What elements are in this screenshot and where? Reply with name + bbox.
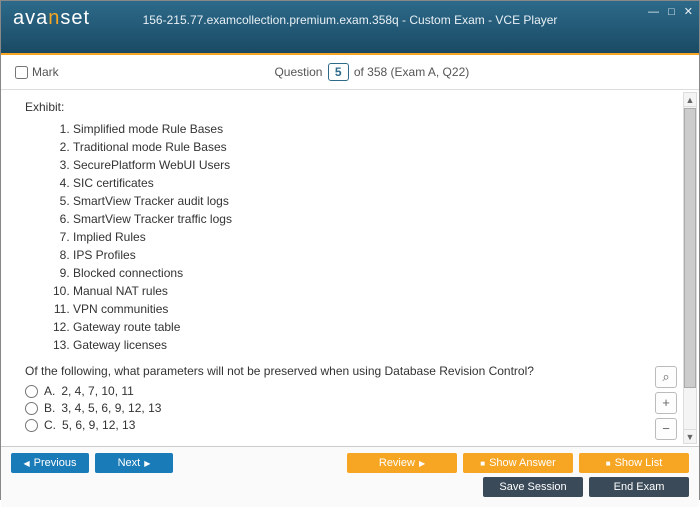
question-counter: Question 5 of 358 (Exam A, Q22) xyxy=(59,63,685,81)
mark-checkbox[interactable] xyxy=(15,66,28,79)
vertical-scrollbar[interactable]: ▲ ▼ xyxy=(683,92,697,444)
option-c[interactable]: C. 5, 6, 9, 12, 13 xyxy=(25,418,683,432)
next-button[interactable]: Next xyxy=(95,453,173,473)
mark-label: Mark xyxy=(32,65,59,79)
exhibit-label: Exhibit: xyxy=(25,100,683,114)
content-pane: Exhibit: Simplified mode Rule Bases Trad… xyxy=(1,90,699,446)
list-item: Traditional mode Rule Bases xyxy=(73,140,683,154)
maximize-button[interactable]: □ xyxy=(668,6,675,18)
list-item: SecurePlatform WebUI Users xyxy=(73,158,683,172)
mark-checkbox-wrap[interactable]: Mark xyxy=(15,65,59,79)
question-text: Of the following, what parameters will n… xyxy=(25,364,683,378)
list-item: Manual NAT rules xyxy=(73,284,683,298)
option-b[interactable]: B. 3, 4, 5, 6, 9, 12, 13 xyxy=(25,401,683,415)
option-a[interactable]: A. 2, 4, 7, 10, 11 xyxy=(25,384,683,398)
list-item: IPS Profiles xyxy=(73,248,683,262)
question-number: 5 xyxy=(328,63,349,81)
list-item: Gateway licenses xyxy=(73,338,683,352)
zoom-in-button[interactable]: + xyxy=(655,392,677,414)
footer: Previous Next Review Show Answer Show Li… xyxy=(1,446,699,507)
question-bar: Mark Question 5 of 358 (Exam A, Q22) xyxy=(1,55,699,90)
scroll-up-button[interactable]: ▲ xyxy=(684,93,696,107)
window-title: 156-215.77.examcollection.premium.exam.3… xyxy=(1,1,699,27)
review-label: Review xyxy=(379,457,415,469)
nav-row: Previous Next Review Show Answer Show Li… xyxy=(11,453,689,473)
minimize-button[interactable]: — xyxy=(648,6,659,18)
zoom-reset-button[interactable]: ⌕ xyxy=(655,366,677,388)
question-word: Question xyxy=(274,65,322,79)
end-exam-label: End Exam xyxy=(614,481,665,493)
next-label: Next xyxy=(118,457,141,469)
logo-n: n xyxy=(48,7,60,29)
option-letter: A. xyxy=(44,384,55,398)
review-button[interactable]: Review xyxy=(347,453,457,473)
logo-post: set xyxy=(60,7,90,29)
show-list-button[interactable]: Show List xyxy=(579,453,689,473)
end-exam-button[interactable]: End Exam xyxy=(589,477,689,497)
window-controls: — □ ✕ xyxy=(642,5,693,18)
option-text: 2, 4, 7, 10, 11 xyxy=(61,384,134,398)
previous-label: Previous xyxy=(34,457,77,469)
logo: avanset xyxy=(13,7,90,30)
list-item: Simplified mode Rule Bases xyxy=(73,122,683,136)
option-text: 5, 6, 9, 12, 13 xyxy=(62,418,135,432)
show-answer-label: Show Answer xyxy=(489,457,556,469)
scroll-thumb[interactable] xyxy=(684,108,696,388)
list-item: SmartView Tracker traffic logs xyxy=(73,212,683,226)
show-answer-button[interactable]: Show Answer xyxy=(463,453,573,473)
zoom-controls: ⌕ + − xyxy=(655,366,679,440)
question-total: of 358 (Exam A, Q22) xyxy=(354,65,469,79)
logo-pre: ava xyxy=(13,7,48,29)
list-item: Blocked connections xyxy=(73,266,683,280)
scroll-down-button[interactable]: ▼ xyxy=(684,429,696,443)
session-row: Save Session End Exam xyxy=(11,477,689,497)
option-c-radio[interactable] xyxy=(25,419,38,432)
previous-button[interactable]: Previous xyxy=(11,453,89,473)
list-item: Gateway route table xyxy=(73,320,683,334)
save-session-button[interactable]: Save Session xyxy=(483,477,583,497)
zoom-out-button[interactable]: − xyxy=(655,418,677,440)
option-a-radio[interactable] xyxy=(25,385,38,398)
option-letter: C. xyxy=(44,418,56,432)
exhibit-list: Simplified mode Rule Bases Traditional m… xyxy=(73,122,683,352)
list-item: SmartView Tracker audit logs xyxy=(73,194,683,208)
show-list-label: Show List xyxy=(615,457,663,469)
content-inner: Exhibit: Simplified mode Rule Bases Trad… xyxy=(1,90,699,445)
option-text: 3, 4, 5, 6, 9, 12, 13 xyxy=(61,401,161,415)
list-item: Implied Rules xyxy=(73,230,683,244)
option-b-radio[interactable] xyxy=(25,402,38,415)
list-item: VPN communities xyxy=(73,302,683,316)
save-session-label: Save Session xyxy=(499,481,566,493)
close-button[interactable]: ✕ xyxy=(684,6,693,18)
title-bar: avanset 156-215.77.examcollection.premiu… xyxy=(1,1,699,53)
option-letter: B. xyxy=(44,401,55,415)
list-item: SIC certificates xyxy=(73,176,683,190)
